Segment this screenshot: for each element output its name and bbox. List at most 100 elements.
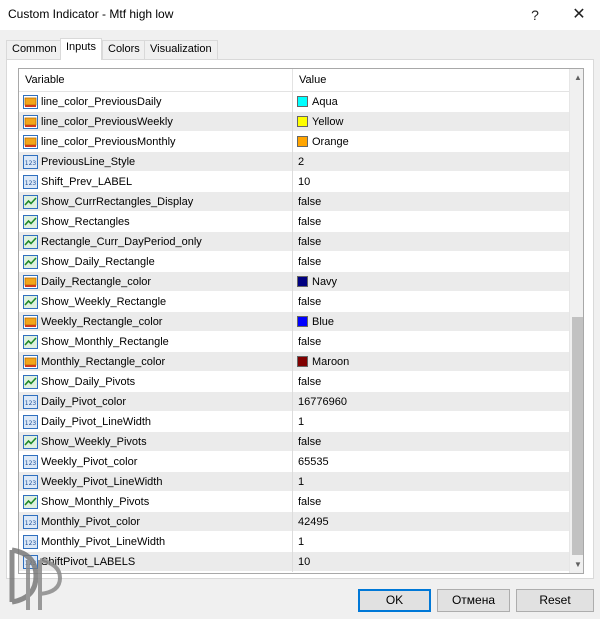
value-cell[interactable]: 1 bbox=[294, 412, 569, 432]
table-row[interactable]: 123 Monthly_Pivot_LineWidth 1 bbox=[19, 532, 569, 552]
tab-common[interactable]: Common bbox=[6, 40, 63, 59]
table-row[interactable]: Monthly_Rectangle_color Maroon bbox=[19, 352, 569, 372]
variable-cell[interactable]: Show_CurrRectangles_Display bbox=[19, 192, 293, 212]
table-row[interactable]: line_color_PreviousMonthly Orange bbox=[19, 132, 569, 152]
value-cell[interactable]: false bbox=[294, 372, 569, 392]
variable-cell[interactable]: line_color_PreviousMonthly bbox=[19, 132, 293, 152]
value-cell[interactable]: 1 bbox=[294, 532, 569, 552]
value-cell[interactable]: false bbox=[294, 332, 569, 352]
variable-cell[interactable]: Rectangle_Curr_DayPeriod_only bbox=[19, 232, 293, 252]
value-cell[interactable]: false bbox=[294, 492, 569, 512]
value-cell[interactable]: Orange bbox=[294, 132, 569, 152]
variable-cell[interactable]: Show_Weekly_Rectangle bbox=[19, 292, 293, 312]
close-button[interactable]: ✕ bbox=[564, 0, 594, 30]
table-row[interactable]: Daily_Rectangle_color Navy bbox=[19, 272, 569, 292]
value-cell[interactable]: Blue bbox=[294, 312, 569, 332]
table-row[interactable]: 123 Daily_Pivot_LineWidth 1 bbox=[19, 412, 569, 432]
value-cell[interactable]: 42495 bbox=[294, 512, 569, 532]
table-row[interactable]: 123 Weekly_Pivot_color 65535 bbox=[19, 452, 569, 472]
variable-name: line_color_PreviousWeekly bbox=[41, 116, 173, 128]
value-cell[interactable]: false bbox=[294, 232, 569, 252]
table-row[interactable]: Show_Monthly_Rectangle false bbox=[19, 332, 569, 352]
variable-cell[interactable]: line_color_PreviousDaily bbox=[19, 92, 293, 112]
variable-cell[interactable]: Weekly_Rectangle_color bbox=[19, 312, 293, 332]
table-row[interactable]: Show_Weekly_Pivots false bbox=[19, 432, 569, 452]
value-text: false bbox=[298, 236, 322, 248]
variable-cell[interactable]: Show_Weekly_Pivots bbox=[19, 432, 293, 452]
value-cell[interactable]: 10 bbox=[294, 552, 569, 572]
table-row[interactable]: 123 Monthly_Pivot_color 42495 bbox=[19, 512, 569, 532]
value-cell[interactable]: false bbox=[294, 212, 569, 232]
table-row[interactable]: Show_Rectangles false bbox=[19, 212, 569, 232]
value-text: 1 bbox=[298, 416, 305, 428]
variable-cell[interactable]: 123 Daily_Pivot_color bbox=[19, 392, 293, 412]
variable-cell[interactable]: Daily_Rectangle_color bbox=[19, 272, 293, 292]
value-cell[interactable]: Maroon bbox=[294, 352, 569, 372]
table-row[interactable]: 123 Shift_Prev_LABEL 10 bbox=[19, 172, 569, 192]
variable-cell[interactable]: Monthly_Rectangle_color bbox=[19, 352, 293, 372]
table-row[interactable]: 123 Daily_Pivot_color 16776960 bbox=[19, 392, 569, 412]
inputs-panel: Variable Value line_color_PreviousDaily A… bbox=[6, 59, 594, 579]
value-cell[interactable]: 2 bbox=[294, 152, 569, 172]
variable-cell[interactable]: 123 Weekly_Pivot_color bbox=[19, 452, 293, 472]
svg-text:123: 123 bbox=[25, 460, 37, 467]
variable-cell[interactable]: Show_Rectangles bbox=[19, 212, 293, 232]
value-cell[interactable]: 10 bbox=[294, 172, 569, 192]
table-row[interactable]: 123 Weekly_Pivot_LineWidth 1 bbox=[19, 472, 569, 492]
color-icon bbox=[23, 115, 38, 129]
tab-inputs[interactable]: Inputs bbox=[60, 38, 102, 60]
variable-cell[interactable]: 123 Shift_Prev_LABEL bbox=[19, 172, 293, 192]
variable-cell[interactable]: 123 Weekly_Pivot_LineWidth bbox=[19, 472, 293, 492]
table-row[interactable]: Show_Monthly_Pivots false bbox=[19, 492, 569, 512]
value-text: false bbox=[298, 336, 322, 348]
variable-cell[interactable]: 123 Daily_Pivot_LineWidth bbox=[19, 412, 293, 432]
value-cell[interactable]: Aqua bbox=[294, 92, 569, 112]
integer-icon: 123 bbox=[23, 415, 38, 429]
table-row[interactable]: line_color_PreviousDaily Aqua bbox=[19, 92, 569, 112]
value-cell[interactable]: 65535 bbox=[294, 452, 569, 472]
scroll-down-icon[interactable]: ▼ bbox=[570, 556, 583, 573]
value-cell[interactable]: false bbox=[294, 252, 569, 272]
variable-name: Shift_Prev_LABEL bbox=[41, 176, 133, 188]
value-cell[interactable]: 16776960 bbox=[294, 392, 569, 412]
variable-cell[interactable]: line_color_PreviousWeekly bbox=[19, 112, 293, 132]
table-row[interactable]: Weekly_Rectangle_color Blue bbox=[19, 312, 569, 332]
help-button[interactable]: ? bbox=[520, 0, 550, 30]
variable-name: Monthly_Rectangle_color bbox=[41, 356, 166, 368]
table-row[interactable]: 123 ShiftPivot_LABELS 10 bbox=[19, 552, 569, 572]
color-swatch bbox=[297, 356, 308, 367]
vertical-scrollbar[interactable]: ▲ ▼ bbox=[569, 69, 583, 573]
scroll-thumb[interactable] bbox=[572, 317, 583, 555]
color-swatch bbox=[297, 116, 308, 127]
table-row[interactable]: Show_Daily_Pivots false bbox=[19, 372, 569, 392]
variable-cell[interactable]: 123 PreviousLine_Style bbox=[19, 152, 293, 172]
variable-cell[interactable]: Show_Daily_Rectangle bbox=[19, 252, 293, 272]
svg-text:123: 123 bbox=[25, 420, 37, 427]
variable-cell[interactable]: Show_Monthly_Pivots bbox=[19, 492, 293, 512]
scroll-up-icon[interactable]: ▲ bbox=[570, 69, 583, 86]
value-cell[interactable]: false bbox=[294, 292, 569, 312]
table-row[interactable]: Rectangle_Curr_DayPeriod_only false bbox=[19, 232, 569, 252]
tab-visualization[interactable]: Visualization bbox=[144, 40, 218, 59]
table-row[interactable]: line_color_PreviousWeekly Yellow bbox=[19, 112, 569, 132]
variable-cell[interactable]: 123 Monthly_Pivot_color bbox=[19, 512, 293, 532]
value-cell[interactable]: false bbox=[294, 432, 569, 452]
value-cell[interactable]: false bbox=[294, 192, 569, 212]
column-header-variable[interactable]: Variable bbox=[19, 69, 293, 92]
table-row[interactable]: 123 PreviousLine_Style 2 bbox=[19, 152, 569, 172]
reset-button[interactable]: Reset bbox=[516, 589, 594, 612]
table-row[interactable]: Show_Weekly_Rectangle false bbox=[19, 292, 569, 312]
ok-button[interactable]: OK bbox=[358, 589, 431, 612]
value-cell[interactable]: 1 bbox=[294, 472, 569, 492]
value-cell[interactable]: Yellow bbox=[294, 112, 569, 132]
column-header-value[interactable]: Value bbox=[294, 69, 569, 92]
variable-cell[interactable]: Show_Monthly_Rectangle bbox=[19, 332, 293, 352]
cancel-button[interactable]: Отмена bbox=[437, 589, 510, 612]
value-text: Aqua bbox=[312, 96, 338, 108]
value-cell[interactable]: Navy bbox=[294, 272, 569, 292]
variable-cell[interactable]: Show_Daily_Pivots bbox=[19, 372, 293, 392]
grid-rows: line_color_PreviousDaily Aqua line_color_P… bbox=[19, 92, 569, 572]
table-row[interactable]: Show_Daily_Rectangle false bbox=[19, 252, 569, 272]
table-row[interactable]: Show_CurrRectangles_Display false bbox=[19, 192, 569, 212]
tab-colors[interactable]: Colors bbox=[102, 40, 146, 59]
